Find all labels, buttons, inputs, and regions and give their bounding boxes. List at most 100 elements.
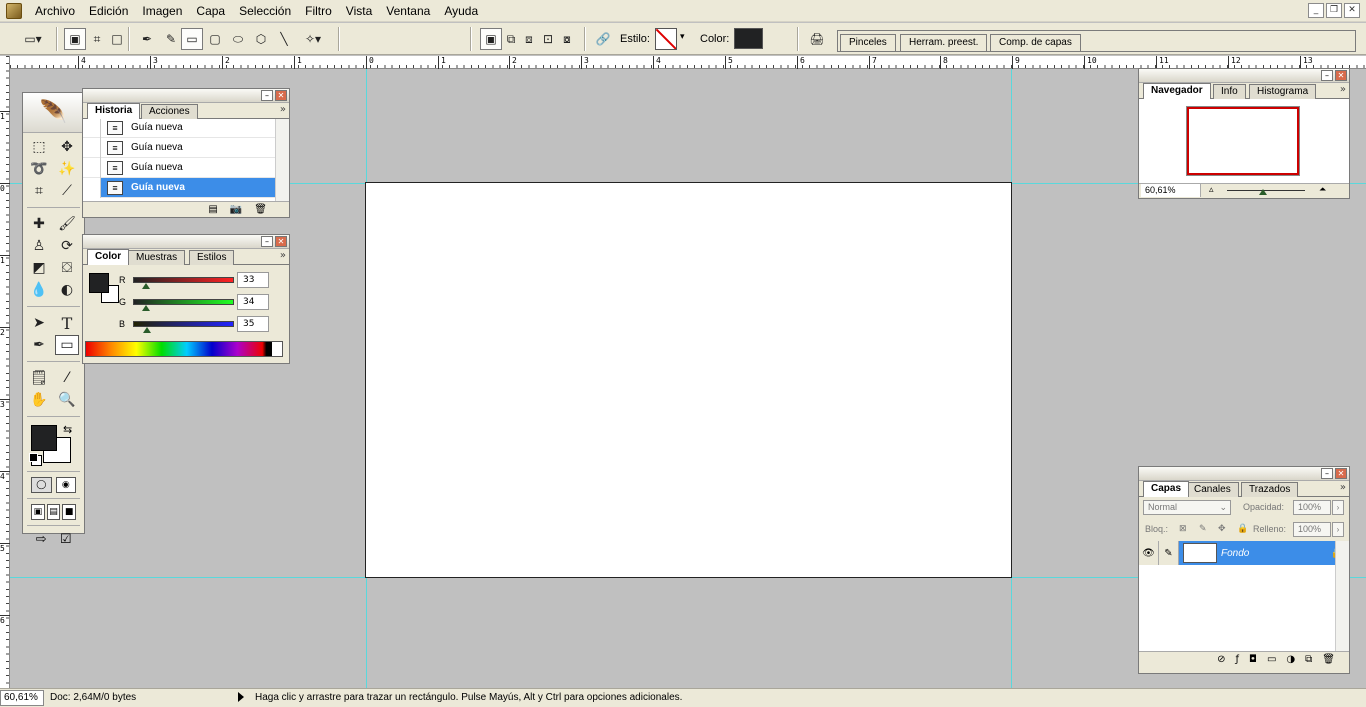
adjustment-layer-icon[interactable]: ◑ [1286, 654, 1295, 665]
fill-arrow-icon[interactable]: › [1332, 522, 1344, 537]
menu-seleccion[interactable]: Selección [232, 1, 298, 21]
zoom-in-icon[interactable]: ⏶ [1319, 184, 1326, 195]
blue-slider-thumb[interactable] [143, 327, 151, 333]
layers-scrollbar[interactable] [1335, 541, 1349, 651]
hand-tool-icon[interactable]: ✋ [27, 390, 51, 410]
well-tab-comp-de-capas[interactable]: Comp. de capas [990, 34, 1081, 51]
blue-value-input[interactable]: 35 [237, 316, 269, 332]
full-screen-mode-button[interactable]: ■ [62, 504, 77, 520]
green-value-input[interactable]: 34 [237, 294, 269, 310]
marquee-tool-icon[interactable]: ⬚ [27, 137, 51, 157]
custom-shape-button[interactable]: ✧▾ [296, 28, 330, 50]
delete-layer-icon[interactable]: 🗑 [1322, 654, 1335, 665]
panel-menu-icon[interactable]: » [1340, 84, 1346, 95]
crop-tool-icon[interactable]: ⌗ [27, 181, 51, 201]
history-brush-tool-icon[interactable]: ⟳ [55, 236, 79, 256]
panel-title-bar[interactable]: – ✕ [1139, 467, 1349, 481]
jump-to-imageready-icon[interactable]: ⇨ [31, 531, 52, 547]
pen-tool-icon[interactable]: ✒ [27, 335, 51, 355]
history-item[interactable]: ≡ Guía nueva [83, 119, 289, 138]
link-layer-style-button[interactable]: 🔗 [592, 28, 614, 50]
foreground-color-box[interactable] [89, 273, 109, 293]
vertical-ruler[interactable]: 1 0 1 2 3 4 5 6 [0, 56, 10, 688]
new-snapshot-icon[interactable]: 📷 [230, 204, 242, 215]
well-tab-pinceles[interactable]: Pinceles [840, 34, 896, 51]
eyedropper-tool-icon[interactable]: ⁄ [55, 368, 79, 388]
history-item[interactable]: ≡ Guía nueva [83, 137, 289, 158]
tab-trazados[interactable]: Trazados [1241, 482, 1299, 497]
panel-title-bar[interactable]: – ✕ [83, 235, 289, 249]
file-browser-button[interactable]: 🖨 [806, 28, 828, 50]
blur-tool-icon[interactable]: 💧 [27, 280, 51, 300]
lock-all-icon[interactable]: 🔒 [1237, 523, 1248, 534]
paint-bucket-tool-icon[interactable]: ⛋ [55, 258, 79, 278]
zoom-out-icon[interactable]: ▵ [1209, 184, 1214, 195]
tab-histograma[interactable]: Histograma [1249, 84, 1317, 99]
navigator-zoom-thumb[interactable] [1259, 189, 1267, 195]
brush-link-icon[interactable]: ✎ [1159, 541, 1179, 565]
delete-state-icon[interactable]: 🗑 [254, 204, 267, 215]
slice-tool-icon[interactable]: ⟋ [55, 181, 79, 201]
move-tool-icon[interactable]: ✥ [55, 137, 79, 157]
clone-stamp-tool-icon[interactable]: ♙ [27, 236, 51, 256]
history-scrollbar[interactable] [275, 119, 289, 201]
healing-brush-tool-icon[interactable]: ✚ [27, 214, 51, 234]
opacity-arrow-icon[interactable]: › [1332, 500, 1344, 515]
type-tool-icon[interactable]: T [55, 313, 79, 333]
full-screen-menu-mode-button[interactable]: ▤ [46, 504, 61, 520]
panel-menu-icon[interactable]: » [1340, 482, 1346, 493]
navigator-view-box[interactable] [1187, 107, 1299, 175]
ellipse-button[interactable]: ⬭ [227, 28, 249, 50]
foreground-color-swatch[interactable] [31, 425, 57, 451]
new-layer-icon[interactable]: ⧉ [1305, 654, 1312, 665]
swap-colors-icon[interactable]: ⇆ [63, 423, 72, 436]
history-item-selected[interactable]: ≡ Guía nueva [83, 177, 289, 198]
add-mask-icon[interactable]: ◘ [1249, 654, 1257, 665]
link-layers-icon[interactable]: ⊘ [1217, 654, 1225, 665]
close-panel-button[interactable]: ✕ [1335, 70, 1347, 81]
tab-navegador[interactable]: Navegador [1143, 83, 1211, 99]
lock-transparency-icon[interactable]: ⊠ [1179, 523, 1187, 534]
tab-acciones[interactable]: Acciones [141, 104, 198, 119]
close-panel-button[interactable]: ✕ [1335, 468, 1347, 479]
close-panel-button[interactable]: ✕ [275, 236, 287, 247]
rectangle-shape-button[interactable]: ▭ [181, 28, 203, 50]
style-picker[interactable] [655, 28, 677, 50]
tab-historia[interactable]: Historia [87, 103, 141, 119]
status-menu-arrow-icon[interactable] [238, 692, 244, 702]
menu-capa[interactable]: Capa [189, 1, 232, 21]
lasso-tool-icon[interactable]: ➰ [27, 159, 51, 179]
fill-pixels-button[interactable]: □ [106, 28, 128, 50]
fill-input[interactable]: 100% [1293, 522, 1331, 537]
panel-title-bar[interactable]: – ✕ [83, 89, 289, 103]
history-source-icon[interactable] [83, 177, 101, 198]
red-value-input[interactable]: 33 [237, 272, 269, 288]
minimize-panel-button[interactable]: – [1321, 70, 1333, 81]
restore-button[interactable]: ❐ [1326, 3, 1342, 18]
menu-archivo[interactable]: Archivo [28, 1, 82, 21]
menu-ventana[interactable]: Ventana [379, 1, 437, 21]
tab-color[interactable]: Color [87, 249, 130, 265]
zoom-tool-icon[interactable]: 🔍 [55, 390, 79, 410]
eye-icon[interactable]: 👁 [1139, 541, 1159, 565]
close-panel-button[interactable]: ✕ [275, 90, 287, 101]
brush-tool-icon[interactable]: 🖌 [55, 214, 79, 234]
lock-image-icon[interactable]: ✎ [1199, 523, 1207, 534]
lock-position-icon[interactable]: ✥ [1218, 523, 1226, 534]
navigator-preview[interactable] [1139, 99, 1349, 183]
freeform-pen-button[interactable]: ✎ [160, 28, 182, 50]
panel-menu-icon[interactable]: » [280, 104, 286, 115]
eraser-tool-icon[interactable]: ◩ [27, 258, 51, 278]
layer-row[interactable]: 👁 ✎ Fondo 🔒 [1139, 541, 1349, 565]
default-colors-icon[interactable] [29, 453, 38, 462]
green-slider-thumb[interactable] [142, 305, 150, 311]
well-tab-herram-preest[interactable]: Herram. preest. [900, 34, 988, 51]
panel-title-bar[interactable]: – ✕ [1139, 69, 1349, 83]
add-layer-style-icon[interactable]: ƒ [1236, 654, 1240, 665]
tab-info[interactable]: Info [1213, 84, 1246, 99]
notes-tool-icon[interactable]: 🗒 [27, 368, 51, 388]
history-item[interactable]: ≡ Guía nueva [83, 157, 289, 178]
tab-canales[interactable]: Canales [1186, 482, 1239, 497]
menu-edicion[interactable]: Edición [82, 1, 135, 21]
standard-screen-mode-button[interactable]: ▣ [31, 504, 45, 520]
